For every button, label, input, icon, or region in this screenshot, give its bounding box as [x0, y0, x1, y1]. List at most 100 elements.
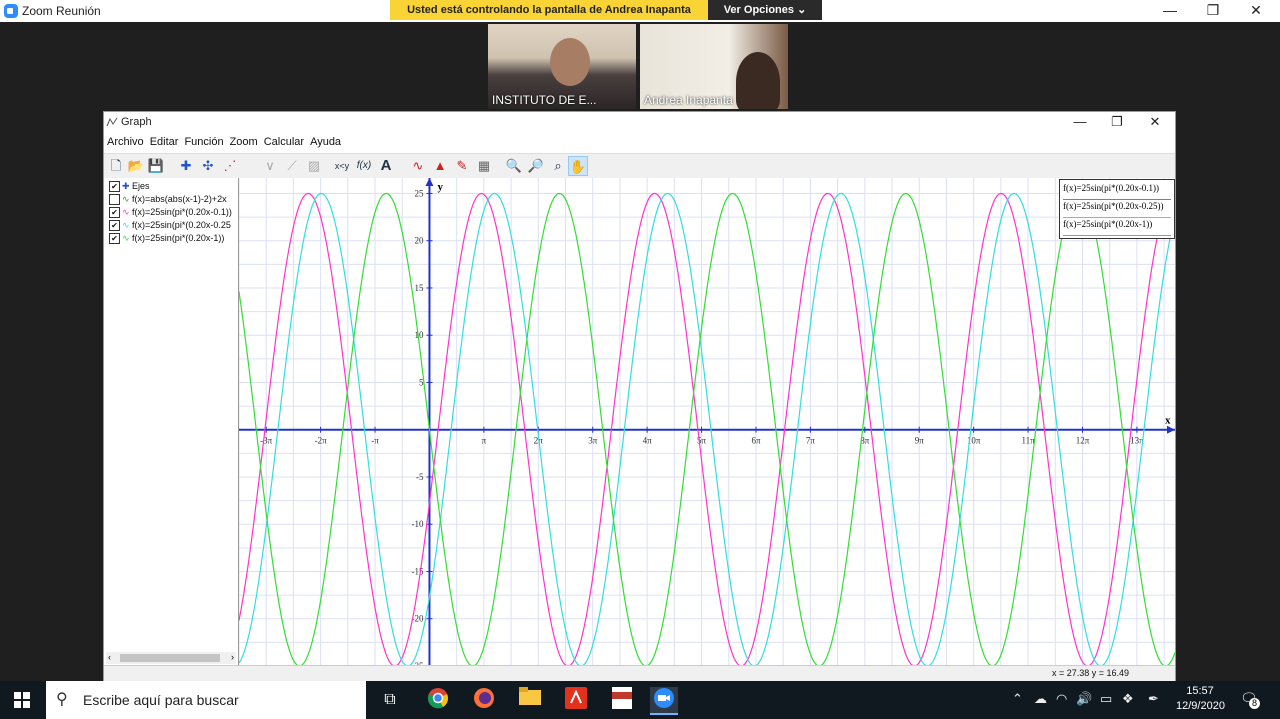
taskbar-search-box[interactable]: ⚲ Escribe aquí para buscar [46, 681, 366, 719]
function-checkbox[interactable]: ✔ [109, 181, 120, 193]
dropbox-icon[interactable]: ❖ [1122, 691, 1134, 707]
function-checkbox[interactable]: ✔ [109, 220, 120, 232]
participant-face-shape [550, 38, 590, 86]
insert-relation-icon[interactable]: x<y [332, 156, 352, 176]
insert-point-series-icon[interactable]: ⋰ [220, 156, 240, 176]
notifications-icon[interactable]: 🗨 8 [1240, 690, 1260, 710]
function-checkbox[interactable]: ✔ [109, 207, 120, 219]
function-list-item[interactable]: ✔ ∿ f(x)=25sin(pi*(0.20x-1)) [109, 233, 224, 246]
function-list-item[interactable]: ✔ ∿ f(x)=25sin(pi*(0.20x-0.25 [109, 220, 231, 233]
function-chart[interactable]: xy-3π -2π -π π 2π 3π 4π 5π 6π 7π 8π 9π 10π 11π 12π 13π2… [238, 178, 1176, 671]
function-checkbox[interactable]: ✔ [109, 233, 120, 245]
x-tick-label: 9π [915, 436, 925, 446]
chart-legend: f(x)=25sin(pi*(0.20x-0.1)) f(x)=25sin(pi… [1059, 179, 1175, 239]
insert-label-icon[interactable]: A [376, 156, 396, 176]
x-tick-label: 11π [1021, 436, 1035, 446]
x-tick-label: 7π [806, 436, 816, 446]
menu-archivo[interactable]: Archivo [104, 132, 147, 152]
graph-title-bar: Graph — ❐ ✕ [104, 112, 1175, 132]
file-explorer-icon[interactable] [516, 687, 544, 713]
graph-plot-area[interactable]: x y -3π -2π -π π 2π 3π 4π 5π 6π 7π 8π 9π 10π 11π 12π 13π 2… [238, 178, 1176, 671]
maximize-button[interactable]: ❐ [1193, 0, 1233, 20]
menu-editar[interactable]: Editar [147, 132, 182, 152]
wifi-icon[interactable]: ◠ [1056, 691, 1067, 707]
function-list-panel: ✔ ✚ Ejes ∿ f(x)=abs(abs(x-1)-2)+2x ✔ ∿ f(x)=… [104, 178, 239, 666]
menu-ayuda[interactable]: Ayuda [307, 132, 344, 152]
function-label: f(x)=25sin(pi*(0.20x-1)) [132, 233, 225, 243]
menu-funcion[interactable]: Función [181, 132, 226, 152]
function-checkbox[interactable] [109, 194, 120, 206]
area-icon[interactable]: ▲ [430, 156, 450, 176]
x-tick-label: 12π [1076, 436, 1090, 446]
close-button[interactable]: ✕ [1236, 0, 1276, 20]
function-curve-icon: ∿ [122, 233, 133, 243]
windows-taskbar: ⚲ Escribe aquí para buscar ⧉ ⌃ ☁ ◠ 🔊 ▭ ❖… [0, 681, 1280, 719]
scroll-left-icon[interactable]: ‹ [108, 652, 111, 662]
y-tick-label: 10 [414, 330, 424, 340]
menu-calcular[interactable]: Calcular [261, 132, 307, 152]
participant-video-andrea[interactable]: Andrea Inapanta [640, 24, 788, 109]
battery-icon[interactable]: ▭ [1100, 691, 1112, 707]
graph-toolbar: 🗋 📂 💾 ✚ ✣ ⋰ ∨ ⟋ ▨ x<y f(x) A ∿ ▲ ✎ ▦ 🔍 🔎… [104, 153, 1175, 179]
graph-menu-bar: Archivo Editar Función Zoom Calcular Ayuda [104, 132, 1175, 152]
save-icon[interactable]: 💾 [146, 156, 166, 176]
y-tick-label: -5 [416, 472, 424, 482]
function-list-item[interactable]: ∿ f(x)=abs(abs(x-1)-2)+2x [109, 194, 227, 207]
onedrive-icon[interactable]: ☁ [1034, 691, 1047, 707]
taskbar-clock[interactable]: 15:57 12/9/2020 [1176, 684, 1225, 714]
zoom-in-icon[interactable]: 🔍 [504, 156, 524, 176]
legend-entry: f(x)=25sin(pi*(0.20x-0.25)) [1063, 200, 1171, 218]
insert-tangent-icon[interactable]: ∨ [260, 156, 280, 176]
scrollbar-thumb[interactable] [120, 654, 220, 662]
graph-maximize-button[interactable]: ❐ [1099, 114, 1135, 130]
trendline-icon[interactable]: ∿ [408, 156, 428, 176]
zoom-standard-icon[interactable]: ⌕ [548, 156, 568, 176]
volume-icon[interactable]: 🔊 [1076, 691, 1092, 707]
y-tick-label: 20 [414, 236, 424, 246]
zoom-taskbar-icon[interactable] [650, 687, 678, 715]
edit-axes-icon[interactable]: ✣ [198, 156, 218, 176]
insert-line-icon[interactable]: ⟋ [282, 156, 302, 176]
x-tick-label: 4π [643, 436, 653, 446]
participant-name: INSTITUTO DE E... [492, 93, 597, 107]
acrobat-icon[interactable] [562, 687, 590, 713]
move-hand-icon[interactable]: ✋ [568, 156, 588, 176]
menu-zoom[interactable]: Zoom [227, 132, 261, 152]
y-tick-label: -10 [411, 519, 423, 529]
insert-shading-icon[interactable]: ▨ [304, 156, 324, 176]
function-label: Ejes [132, 181, 150, 191]
x-tick-label: -π [371, 436, 379, 446]
function-list-item[interactable]: ✔ ∿ f(x)=25sin(pi*(0.20x-0.1)) [109, 207, 232, 220]
y-tick-label: 15 [414, 283, 424, 293]
insert-axes-icon[interactable]: ✚ [176, 156, 196, 176]
function-curve-icon: ∿ [122, 220, 133, 230]
zoom-title-bar: Zoom Reunión Usted está controlando la p… [0, 0, 1280, 22]
insert-function-icon[interactable]: f(x) [354, 156, 374, 176]
chrome-icon[interactable] [424, 687, 452, 713]
table-icon[interactable]: ▦ [474, 156, 494, 176]
show-hidden-icons-icon[interactable]: ⌃ [1012, 691, 1023, 707]
function-list-scrollbar[interactable]: ‹ › [106, 652, 236, 664]
minimize-button[interactable]: — [1150, 0, 1190, 20]
zoom-logo-icon [4, 4, 18, 18]
graph-minimize-button[interactable]: — [1062, 114, 1098, 130]
windows-start-icon[interactable] [14, 692, 30, 708]
participant-video-instituto[interactable]: INSTITUTO DE E... [488, 24, 636, 109]
function-list-item[interactable]: ✔ ✚ Ejes [109, 181, 150, 194]
firefox-icon[interactable] [470, 687, 498, 713]
graph-close-button[interactable]: ✕ [1137, 114, 1173, 130]
evaluate-icon[interactable]: ✎ [452, 156, 472, 176]
x-tick-label: -2π [315, 436, 327, 446]
x-axis-arrow [1167, 425, 1175, 434]
clock-date: 12/9/2020 [1176, 700, 1225, 712]
task-view-icon[interactable]: ⧉ [376, 687, 404, 713]
zoom-out-icon[interactable]: 🔎 [526, 156, 546, 176]
new-file-icon[interactable]: 🗋 [106, 156, 126, 176]
participant-name: Andrea Inapanta [644, 93, 733, 107]
x-axis-label: x [1165, 415, 1171, 427]
scroll-right-icon[interactable]: › [231, 652, 234, 662]
open-folder-icon[interactable]: 📂 [126, 156, 146, 176]
pdf-editor-icon[interactable] [608, 687, 636, 713]
pen-icon[interactable]: ✒ [1148, 691, 1159, 707]
view-options-button[interactable]: Ver Opciones ⌄ [708, 0, 822, 20]
